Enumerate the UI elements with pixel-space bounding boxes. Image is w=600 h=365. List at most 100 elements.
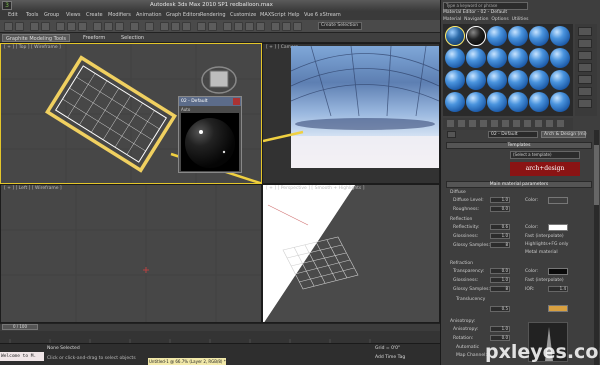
map-channel-radio[interactable]: Map Channel: <box>456 353 487 358</box>
track-bar[interactable] <box>0 331 440 343</box>
unlink-icon[interactable] <box>41 22 50 31</box>
metal-material-checkbox[interactable]: Metal material <box>525 250 558 255</box>
schematic-icon[interactable] <box>245 22 254 31</box>
pick-material-icon[interactable] <box>447 131 456 138</box>
time-slider[interactable]: 0 / 100 <box>2 324 38 330</box>
make-preview-icon[interactable] <box>578 87 592 96</box>
link-icon[interactable] <box>30 22 39 31</box>
menu-modifiers[interactable]: Modifiers <box>108 12 131 18</box>
material-preview-title[interactable]: 02 - Default <box>179 97 241 106</box>
material-preview-auto[interactable]: Auto <box>181 107 190 112</box>
material-slot-5[interactable] <box>529 26 549 46</box>
material-id-icon[interactable] <box>523 119 532 128</box>
material-slot-13[interactable] <box>445 70 465 90</box>
snap-icon[interactable] <box>160 22 169 31</box>
automatic-radio[interactable]: Automatic <box>456 345 479 350</box>
material-slot-6[interactable] <box>550 26 570 46</box>
material-slot-18[interactable] <box>550 70 570 90</box>
diffuse-color-swatch[interactable] <box>548 197 568 204</box>
mirror-icon[interactable] <box>197 22 206 31</box>
refraction-color-swatch[interactable] <box>548 268 568 275</box>
app-logo-icon[interactable]: 3 <box>2 1 12 10</box>
refr-glossiness-spinner[interactable]: 1.0 <box>490 277 510 283</box>
material-slot-9[interactable] <box>487 48 507 68</box>
tab-selection[interactable]: Selection <box>118 34 147 42</box>
me-menu-utilities[interactable]: Utilities <box>512 17 529 22</box>
material-slot-11[interactable] <box>529 48 549 68</box>
menu-customize[interactable]: Customize <box>230 12 256 18</box>
translucency-checkbox[interactable]: Translucency <box>456 297 485 302</box>
material-slot-4[interactable] <box>508 26 528 46</box>
material-slot-3[interactable] <box>487 26 507 46</box>
menu-create[interactable]: Create <box>86 12 103 18</box>
refr-fast-interpolate-checkbox[interactable]: Fast (interpolate) <box>525 278 564 283</box>
show-map-icon[interactable] <box>534 119 543 128</box>
put-library-icon[interactable] <box>512 119 521 128</box>
assign-material-icon[interactable] <box>468 119 477 128</box>
show-end-result-icon[interactable] <box>545 119 554 128</box>
align-icon[interactable] <box>208 22 217 31</box>
reference-coord-icon[interactable] <box>130 22 139 31</box>
menu-vue[interactable]: Vue 6 xStream <box>304 12 341 18</box>
get-material-icon[interactable] <box>446 119 455 128</box>
viewport-perspective[interactable]: [ + ] [ Perspective ] [ Smooth + Highlig… <box>262 184 440 323</box>
material-slot-23[interactable] <box>529 92 549 112</box>
material-slot-12[interactable] <box>550 48 570 68</box>
refr-glossy-samples-spinner[interactable]: 8 <box>490 286 510 292</box>
percent-snap-icon[interactable] <box>182 22 191 31</box>
templates-rollout[interactable]: Templates <box>446 142 592 149</box>
backlight-icon[interactable] <box>578 39 592 48</box>
menu-rendering[interactable]: Rendering <box>200 12 226 18</box>
material-slot-21[interactable] <box>487 92 507 112</box>
region-select-icon[interactable] <box>78 22 87 31</box>
put-material-icon[interactable] <box>457 119 466 128</box>
menu-help[interactable]: Help <box>288 12 299 18</box>
move-icon[interactable] <box>93 22 102 31</box>
material-slot-16[interactable] <box>508 70 528 90</box>
rotate-icon[interactable] <box>104 22 113 31</box>
material-name-field[interactable]: 02 - Default <box>488 131 538 138</box>
material-editor-icon[interactable] <box>256 22 265 31</box>
reflectivity-spinner[interactable]: 0.6 <box>490 224 510 230</box>
menu-maxscript[interactable]: MAXScript <box>260 12 286 18</box>
tab-graphite-modeling[interactable]: Graphite Modeling Tools <box>2 34 71 42</box>
unique-icon[interactable] <box>501 119 510 128</box>
video-check-icon[interactable] <box>578 75 592 84</box>
transparency-spinner[interactable]: 0.0 <box>490 268 510 274</box>
me-menu-navigation[interactable]: Navigation <box>464 17 488 22</box>
menu-animation[interactable]: Animation <box>136 12 162 18</box>
render-setup-icon[interactable] <box>271 22 280 31</box>
render-icon[interactable] <box>293 22 302 31</box>
material-type-button[interactable]: Arch & Design (mi) <box>541 131 587 138</box>
maxscript-listener[interactable]: Welcome to M. <box>0 352 44 361</box>
timeline-bar[interactable] <box>0 323 440 331</box>
redo-icon[interactable] <box>15 22 24 31</box>
translucency-weight-spinner[interactable]: 0.5 <box>490 306 510 312</box>
ior-spinner[interactable]: 1.4 <box>548 286 568 292</box>
main-params-rollout[interactable]: Main material parameters <box>446 181 592 188</box>
templates-dropdown[interactable]: (Select a template) <box>510 151 580 159</box>
viewport-left[interactable]: [ + ] [ Left ] [ Wireframe ] <box>0 184 262 323</box>
viewport-camera[interactable]: [ + ] [ Camera <box>262 43 440 184</box>
reflection-color-swatch[interactable] <box>548 224 568 231</box>
material-preview-window[interactable]: 02 - Default Auto <box>178 96 242 173</box>
menu-edit[interactable]: Edit <box>8 12 18 18</box>
scrollbar-thumb[interactable] <box>594 145 599 205</box>
copy-material-icon[interactable] <box>490 119 499 128</box>
close-icon[interactable] <box>233 98 240 105</box>
layer-icon[interactable] <box>223 22 232 31</box>
material-slot-7[interactable] <box>445 48 465 68</box>
curve-editor-icon[interactable] <box>234 22 243 31</box>
material-slot-15[interactable] <box>487 70 507 90</box>
material-slot-22[interactable] <box>508 92 528 112</box>
material-slot-20[interactable] <box>466 92 486 112</box>
material-slot-1[interactable] <box>445 26 465 46</box>
material-slot-24[interactable] <box>550 92 570 112</box>
me-menu-options[interactable]: Options <box>491 17 508 22</box>
photoshop-window-tab[interactable]: Untitled-1 @ 66.7% (Layer 2, RGB/8) * <box>148 358 226 365</box>
angle-snap-icon[interactable] <box>171 22 180 31</box>
uv-tiling-icon[interactable] <box>578 63 592 72</box>
menu-group[interactable]: Group <box>44 12 59 18</box>
material-slot-8[interactable] <box>466 48 486 68</box>
translucency-color-swatch[interactable] <box>548 305 568 312</box>
